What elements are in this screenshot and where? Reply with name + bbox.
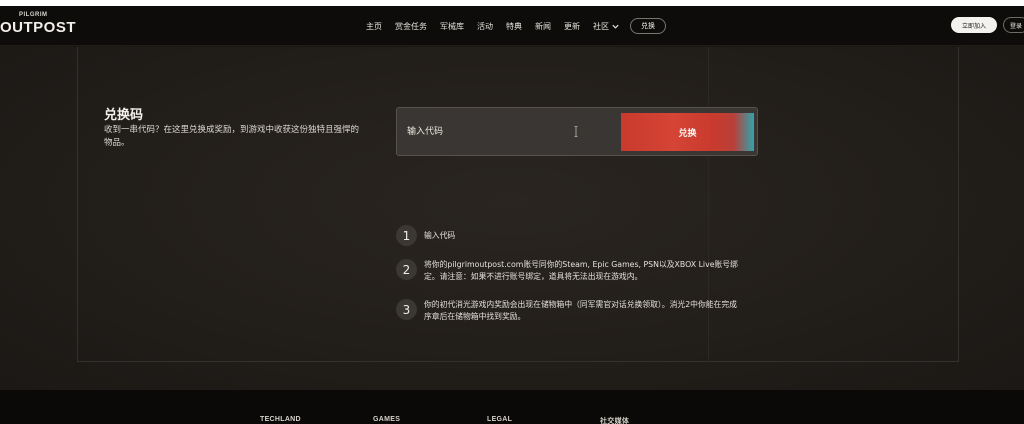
footer-legal-heading: LEGAL — [487, 416, 513, 423]
nav-updates[interactable]: 更新 — [564, 21, 580, 32]
nav-bounties[interactable]: 赏金任务 — [395, 21, 427, 32]
logo-text: OUTPOST — [0, 19, 77, 36]
nav-home[interactable]: 主页 — [366, 21, 382, 32]
step-item: 2 将你的pilgrimoutpost.com账号同你的Steam, Epic … — [396, 259, 744, 282]
nav-events[interactable]: 活动 — [477, 21, 493, 32]
text-cursor-icon — [574, 126, 578, 137]
step-text: 将你的pilgrimoutpost.com账号同你的Steam, Epic Ga… — [424, 260, 738, 281]
footer-social-heading: 社交媒体 — [600, 418, 630, 424]
redeem-form: 兑换 — [396, 107, 758, 156]
page-title: 兑换码 — [104, 108, 144, 123]
step-item: 1 输入代码 — [396, 225, 744, 246]
step-item: 3 你的初代消光游戏内奖励会出现在储物箱中（同军需官对话兑换领取）。消光2中你能… — [396, 299, 744, 322]
footer-games-heading: GAMES — [373, 416, 401, 423]
navbar: PILGRIM OUTPOST 主页 赏金任务 军械库 活动 特典 新闻 更新 … — [0, 6, 1024, 46]
redeem-button[interactable]: 兑换 — [621, 113, 754, 151]
nav-news[interactable]: 新闻 — [535, 21, 551, 32]
nav-perks[interactable]: 特典 — [506, 21, 522, 32]
step-number: 2 — [396, 259, 417, 280]
nav-redeem-button[interactable]: 兑换 — [630, 18, 666, 34]
join-now-button[interactable]: 立即加入 — [951, 17, 997, 33]
login-button[interactable]: 登录 — [1003, 17, 1024, 33]
step-number: 3 — [396, 299, 417, 320]
main-content — [0, 47, 1024, 390]
footer-techland-heading: TECHLAND — [260, 416, 301, 423]
chevron-down-icon — [612, 24, 619, 29]
step-text: 输入代码 — [424, 231, 456, 240]
step-text: 你的初代消光游戏内奖励会出现在储物箱中（同军需官对话兑换领取）。消光2中你能在完… — [424, 300, 737, 321]
logo-tagline: PILGRIM — [19, 12, 48, 18]
code-input[interactable] — [407, 124, 587, 140]
step-number: 1 — [396, 225, 417, 246]
footer: TECHLAND GAMES LEGAL 社交媒体 — [0, 390, 1024, 424]
nav-armory[interactable]: 军械库 — [440, 21, 464, 32]
main-nav: 主页 赏金任务 军械库 活动 特典 新闻 更新 社区 兑换 — [366, 6, 666, 46]
site-logo[interactable]: PILGRIM OUTPOST — [0, 12, 76, 40]
nav-community-label: 社区 — [593, 21, 609, 31]
page-description: 收到一串代码？在这里兑换成奖励，到游戏中收获这份独特且强悍的物品。 — [104, 125, 360, 148]
nav-community[interactable]: 社区 — [593, 21, 620, 32]
